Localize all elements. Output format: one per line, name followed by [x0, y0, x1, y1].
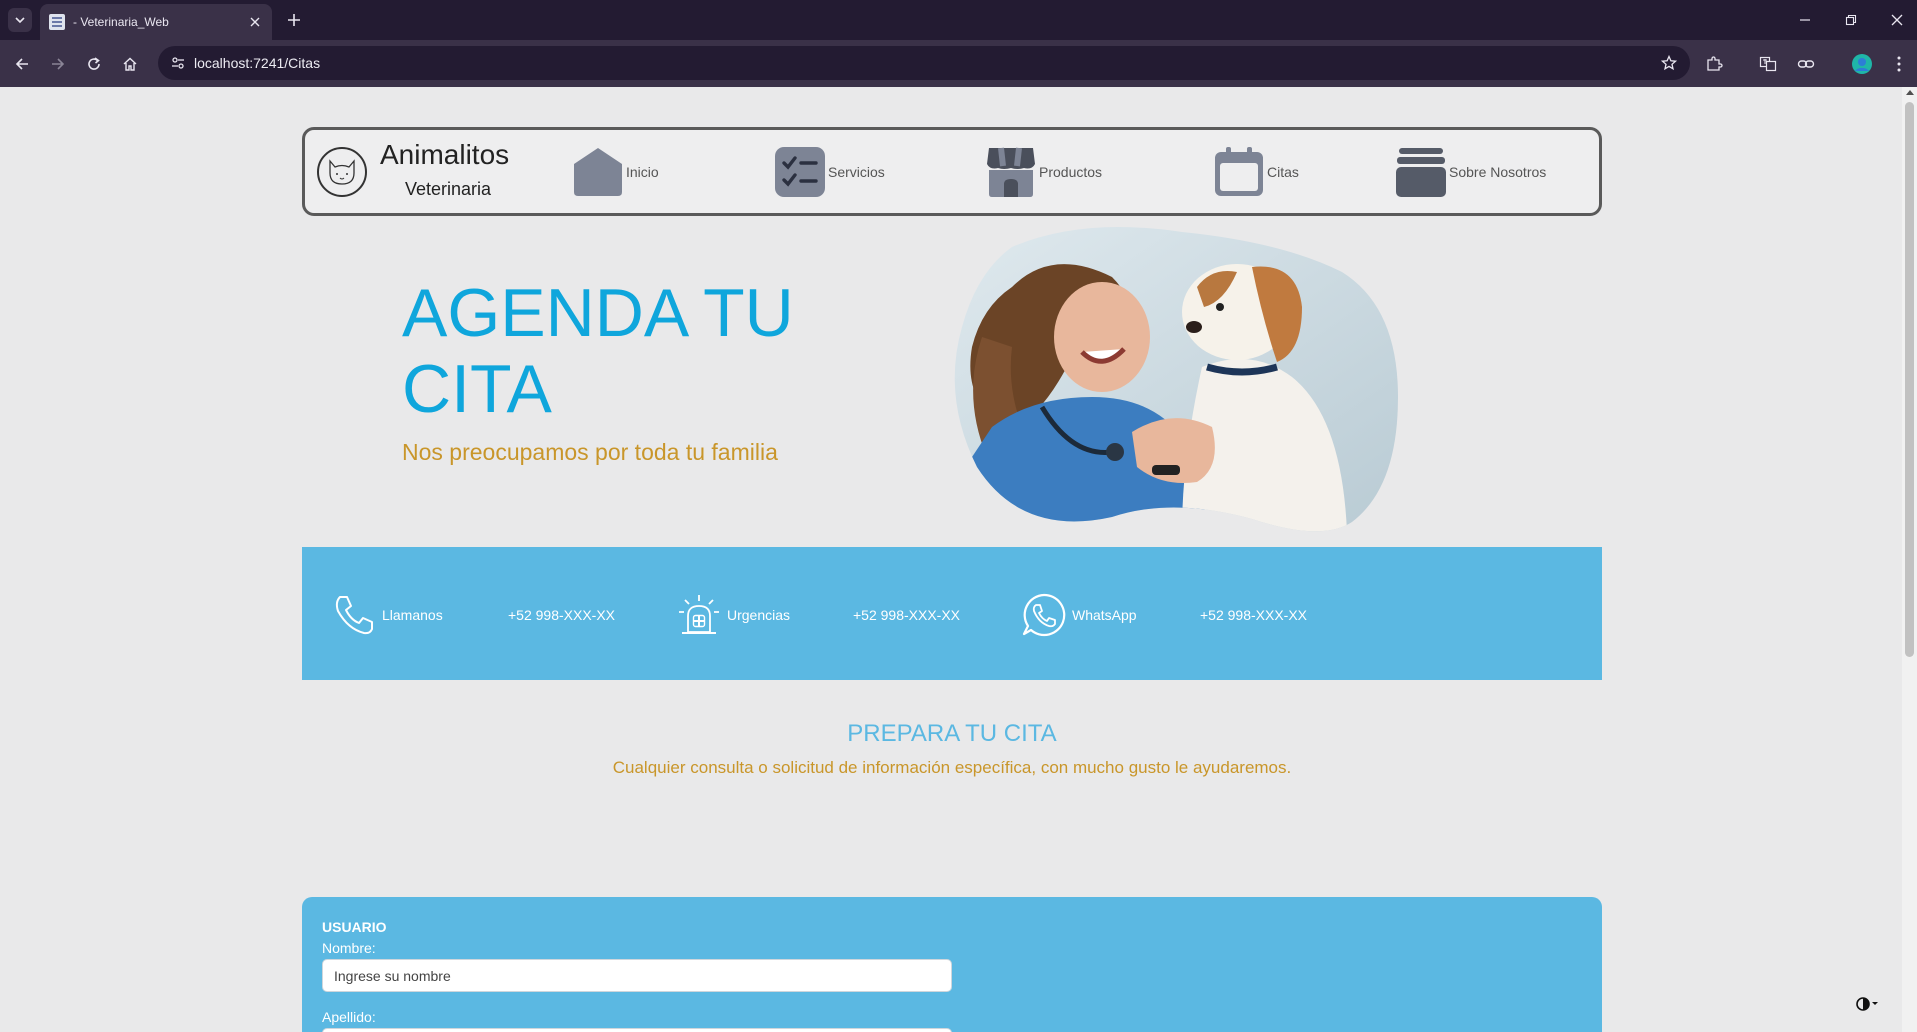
back-button[interactable]	[8, 50, 36, 78]
site-info-button[interactable]	[168, 53, 188, 73]
close-icon	[1891, 14, 1903, 26]
star-icon	[1661, 55, 1677, 71]
tab-title: - Veterinaria_Web	[73, 15, 169, 29]
tune-icon	[172, 57, 184, 69]
hero-title: AGENDA TU CITA	[402, 275, 794, 427]
lastname-label: Apellido:	[322, 1009, 376, 1025]
nav-label-citas: Citas	[1267, 164, 1299, 180]
nav-item-servicios[interactable]: Servicios	[774, 145, 885, 199]
reload-button[interactable]	[80, 50, 108, 78]
name-label: Nombre:	[322, 940, 376, 956]
translate-button[interactable]	[1754, 50, 1782, 78]
nav-item-sobre-nosotros[interactable]: Sobre Nosotros	[1395, 145, 1546, 199]
contact-label: WhatsApp	[1072, 607, 1137, 623]
page-favicon-icon	[49, 14, 65, 30]
contact-whatsapp[interactable]: WhatsApp	[1020, 591, 1137, 639]
home-icon	[572, 146, 624, 198]
nav-label-servicios: Servicios	[828, 164, 885, 180]
lastname-input[interactable]	[322, 1028, 952, 1032]
brand-name[interactable]: Animalitos	[380, 139, 509, 171]
minimize-icon	[1800, 19, 1810, 21]
window-close-button[interactable]	[1880, 6, 1914, 34]
cat-logo-icon[interactable]	[317, 147, 367, 197]
extensions-button[interactable]	[1700, 50, 1728, 78]
contact-band: Llamanos +52 998-XXX-XX Urgencias +52 99…	[302, 547, 1602, 680]
contrast-icon	[1856, 997, 1878, 1011]
new-tab-button[interactable]	[282, 8, 306, 32]
contact-phone[interactable]: +52 998-XXX-XX	[853, 607, 960, 623]
close-icon	[250, 17, 260, 27]
contact-label: Urgencias	[727, 607, 791, 623]
emergency-siren-icon	[675, 591, 723, 639]
name-input[interactable]	[322, 959, 952, 992]
nav-item-productos[interactable]: Productos	[985, 145, 1102, 199]
appointment-form: USUARIO Nombre: Apellido:	[302, 897, 1602, 1032]
contact-phone[interactable]: +52 998-XXX-XX	[1200, 607, 1307, 623]
tab-search-button[interactable]	[8, 8, 32, 32]
page-scrollbar[interactable]	[1902, 87, 1917, 1032]
restore-icon	[1845, 14, 1857, 26]
chevron-down-icon	[15, 17, 25, 24]
contact-urgencias[interactable]: Urgencias	[675, 591, 790, 639]
plus-icon	[288, 14, 300, 26]
home-button[interactable]	[116, 50, 144, 78]
checklist-icon	[774, 146, 826, 198]
link-button[interactable]	[1792, 50, 1820, 78]
contact-label: Llamanos	[382, 607, 443, 623]
nav-item-citas[interactable]: Citas	[1213, 145, 1299, 199]
nav-item-inicio[interactable]: Inicio	[572, 145, 659, 199]
nav-label-productos: Productos	[1039, 164, 1103, 180]
browser-toolbar: localhost:7241/Citas	[0, 40, 1917, 87]
more-vertical-icon	[1897, 56, 1901, 72]
minimize-button[interactable]	[1788, 6, 1822, 34]
section-subtitle: Cualquier consulta o solicitud de inform…	[612, 758, 1292, 777]
section-title: PREPARA TU CITA	[847, 720, 1057, 747]
tab-close-button[interactable]	[245, 12, 265, 32]
brand-subtitle: Veterinaria	[405, 179, 492, 199]
restore-button[interactable]	[1834, 6, 1868, 34]
url-text[interactable]: localhost:7241/Citas	[194, 55, 320, 71]
whatsapp-icon	[1020, 591, 1068, 639]
store-icon	[985, 146, 1037, 198]
puzzle-icon	[1707, 56, 1723, 71]
arrow-right-icon	[52, 58, 65, 70]
form-section-title: USUARIO	[322, 919, 387, 935]
nav-label-inicio: Inicio	[626, 164, 659, 180]
scrollbar-thumb[interactable]	[1905, 102, 1914, 657]
site-navbar: Animalitos Veterinaria Inicio Servicios …	[302, 127, 1602, 216]
browser-menu-button[interactable]	[1885, 50, 1913, 78]
arrow-left-icon	[15, 58, 28, 70]
translate-icon	[1759, 56, 1777, 72]
web-page: Animalitos Veterinaria Inicio Servicios …	[0, 87, 1917, 1032]
vet-with-dog-image	[954, 227, 1398, 532]
bookmark-button[interactable]	[1658, 52, 1680, 74]
calendar-icon	[1213, 146, 1265, 198]
profile-button[interactable]	[1848, 50, 1876, 78]
archive-icon	[1395, 146, 1447, 198]
nav-label-sobre-nosotros: Sobre Nosotros	[1449, 164, 1547, 180]
hero-subtitle: Nos preocupamos por toda tu familia	[402, 439, 778, 465]
scroll-up-arrow-icon[interactable]	[1906, 90, 1914, 95]
contact-phone[interactable]: +52 998-XXX-XX	[508, 607, 615, 623]
address-bar[interactable]: localhost:7241/Citas	[158, 46, 1690, 80]
theme-toggle-button[interactable]	[1853, 994, 1883, 1014]
phone-icon	[330, 591, 378, 639]
forward-button[interactable]	[44, 50, 72, 78]
contact-llamanos[interactable]: Llamanos	[330, 591, 443, 639]
home-icon	[123, 57, 137, 71]
reload-icon	[88, 57, 100, 70]
browser-tab[interactable]: - Veterinaria_Web	[40, 4, 272, 40]
avatar	[1852, 54, 1872, 74]
browser-tab-bar: - Veterinaria_Web	[0, 0, 1917, 40]
link-icon	[1797, 60, 1815, 68]
